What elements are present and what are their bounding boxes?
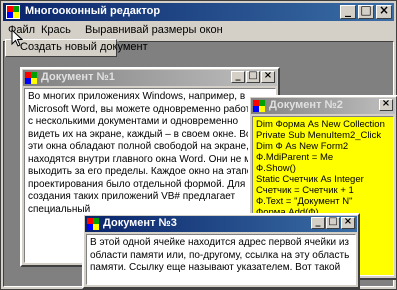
code-line: Ф.Show() [256,163,296,174]
title-bar[interactable]: Многооконный редактор _ □ × [3,3,394,21]
code-line: Ф.MdiParent = Me [256,152,334,163]
maximize-icon: □ [360,3,372,17]
document-window-3[interactable]: Документ №3 _ □ × В этой одной ячейке на… [82,213,360,289]
document-icon [253,100,265,112]
code-line: Счетчик = Счетчик + 1 [256,185,354,196]
close-button[interactable]: × [379,98,393,111]
close-icon: × [378,3,390,17]
code-line: Ф.Text = "Документ N" [256,196,353,207]
minimize-icon: _ [315,216,321,227]
close-button[interactable]: × [376,3,392,19]
close-icon: × [381,98,391,109]
minimize-icon: _ [235,70,241,81]
document-icon [25,72,37,84]
maximize-button[interactable]: □ [326,216,340,229]
app-icon [6,5,20,19]
menu-bar: Файл Крась Выравнивай размеры окон [3,22,394,40]
document-1-text: Во многих приложениях Windows, например,… [28,91,270,215]
close-button[interactable]: × [261,70,275,83]
code-line: Private Sub MenuItem2_Click [256,130,382,141]
menu-arrange[interactable]: Выравнивай размеры окон [85,24,223,36]
document-icon [87,218,99,230]
maximize-button[interactable]: □ [358,3,374,19]
minimize-button[interactable]: _ [231,70,245,83]
close-button[interactable]: × [341,216,355,229]
code-line: Dim Ф As New Form2 [256,141,349,152]
document-3-text: В этой одной ячейке находится адрес перв… [90,237,350,273]
close-icon: × [343,216,353,227]
maximize-button[interactable]: □ [246,70,260,83]
minimize-button[interactable]: _ [311,216,325,229]
menu-item-create-document[interactable]: Создать новый документ [20,41,148,53]
mouse-cursor-icon [11,29,23,47]
code-line: Static Счетчик As Integer [256,174,364,185]
document-2-title: Документ №2 [269,99,343,111]
window-title: Многооконный редактор [25,5,161,17]
maximize-icon: □ [328,216,338,227]
document-1-title: Документ №1 [41,71,115,83]
menu-paint[interactable]: Крась [41,24,71,36]
main-window: Многооконный редактор _ □ × Файл Крась В… [0,0,397,290]
mdi-client-area: Документ №1 _ □ × Во многих приложениях … [3,41,397,289]
document-3-title-bar[interactable]: Документ №3 _ □ × [85,216,357,232]
document-1-title-bar[interactable]: Документ №1 _ □ × [23,70,277,86]
code-line: Dim Форма As New Collection [256,119,385,130]
minimize-button[interactable]: _ [340,3,356,19]
document-3-body[interactable]: В этой одной ячейке находится адрес перв… [86,234,356,285]
document-3-title: Документ №3 [103,217,177,229]
document-2-title-bar[interactable]: Документ №2 × [251,98,395,114]
close-icon: × [263,70,273,81]
minimize-icon: _ [345,3,351,17]
maximize-icon: □ [248,70,258,81]
